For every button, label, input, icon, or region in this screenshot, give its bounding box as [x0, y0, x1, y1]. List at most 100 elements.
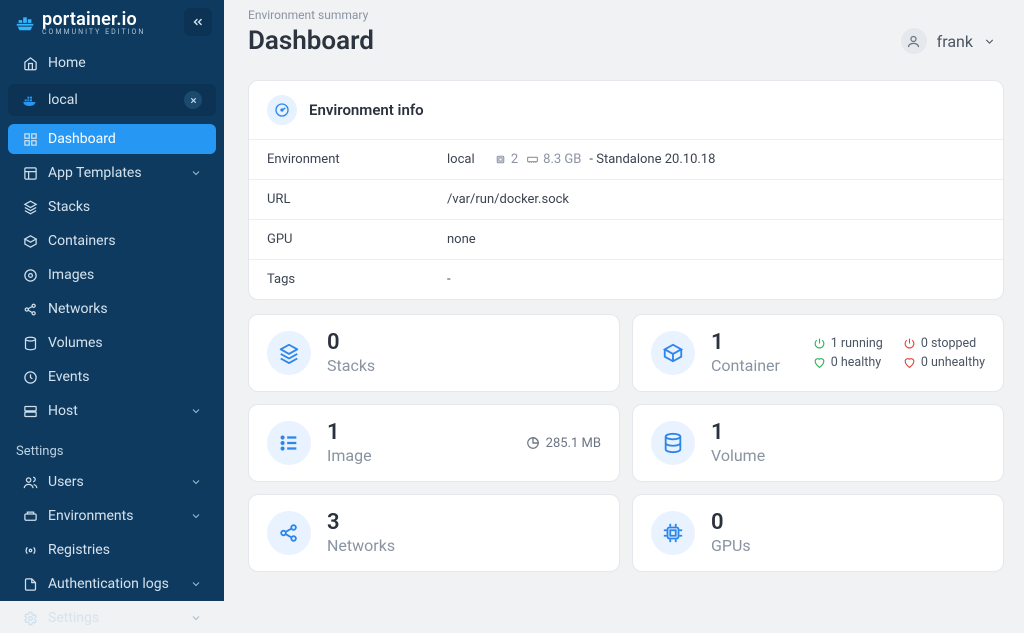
- sidebar-item-dashboard[interactable]: Dashboard: [8, 124, 216, 154]
- page-title: Dashboard: [248, 26, 374, 56]
- clock-icon: [22, 369, 38, 385]
- env-row-url: URL /var/run/docker.sock: [249, 179, 1003, 219]
- sidebar-label: Host: [48, 403, 78, 419]
- env-row-tags: Tags -: [249, 259, 1003, 299]
- power-icon: [813, 337, 826, 350]
- chevrons-left-icon: [191, 15, 205, 29]
- layers-icon: [267, 331, 311, 375]
- chevron-down-icon: [190, 476, 202, 488]
- sidebar: portainer.io COMMUNITY EDITION Home loca…: [0, 0, 224, 601]
- tile-label: Container: [711, 356, 780, 375]
- sidebar-item-networks[interactable]: Networks: [8, 294, 216, 324]
- sidebar-environment-selector[interactable]: local: [8, 84, 216, 116]
- tile-count: 1: [711, 332, 780, 354]
- home-icon: [22, 55, 38, 71]
- gauge-icon: [267, 95, 297, 125]
- brand-logo[interactable]: portainer.io COMMUNITY EDITION: [14, 9, 145, 36]
- tile-count: 0: [711, 512, 751, 534]
- sidebar-label: Events: [48, 369, 89, 385]
- sidebar-label: Containers: [48, 233, 116, 249]
- container-status: 1 running 0 stopped 0 healthy 0 unhealth…: [813, 336, 985, 370]
- heart-icon: [903, 356, 916, 369]
- sidebar-item-events[interactable]: Events: [8, 362, 216, 392]
- env-info-card: Environment info Environment local 2 8.3…: [248, 80, 1004, 300]
- tile-label: GPUs: [711, 536, 751, 555]
- sidebar-item-containers[interactable]: Containers: [8, 226, 216, 256]
- gear-icon: [22, 610, 38, 626]
- tile-gpus[interactable]: 0 GPUs: [632, 494, 1004, 572]
- file-icon: [22, 576, 38, 592]
- tile-images[interactable]: 1 Image 285.1 MB: [248, 404, 620, 482]
- chevron-down-icon: [190, 167, 202, 179]
- sidebar-item-users[interactable]: Users: [8, 467, 216, 497]
- tile-label: Image: [327, 446, 372, 465]
- sidebar-item-volumes[interactable]: Volumes: [8, 328, 216, 358]
- template-icon: [22, 165, 38, 181]
- share-icon: [267, 511, 311, 555]
- sidebar-item-environments[interactable]: Environments: [8, 501, 216, 531]
- chevron-down-icon: [190, 612, 202, 624]
- sidebar-section-settings: Settings: [0, 428, 224, 465]
- chevron-down-icon: [190, 510, 202, 522]
- tile-volumes[interactable]: 1 Volume: [632, 404, 1004, 482]
- tile-label: Networks: [327, 536, 395, 555]
- box-icon: [651, 331, 695, 375]
- env-close-button[interactable]: [184, 91, 202, 109]
- tile-networks[interactable]: 3 Networks: [248, 494, 620, 572]
- database-icon: [22, 335, 38, 351]
- sidebar-label: Authentication logs: [48, 576, 169, 592]
- chevron-down-icon: [190, 578, 202, 590]
- sidebar-item-host[interactable]: Host: [8, 396, 216, 426]
- sidebar-label: Registries: [48, 542, 110, 558]
- hdd-icon: [22, 508, 38, 524]
- sidebar-item-app-templates[interactable]: App Templates: [8, 158, 216, 188]
- image-size: 285.1 MB: [546, 436, 601, 451]
- close-icon: [189, 96, 198, 105]
- sidebar-item-images[interactable]: Images: [8, 260, 216, 290]
- tile-stacks[interactable]: 0 Stacks: [248, 314, 620, 392]
- breadcrumb: Environment summary: [248, 8, 1004, 22]
- cpu-icon: 2: [494, 152, 518, 167]
- docker-icon: [22, 92, 38, 108]
- sidebar-label: Settings: [48, 610, 99, 626]
- list-icon: [267, 421, 311, 465]
- sidebar-collapse-button[interactable]: [184, 8, 212, 36]
- chevron-down-icon: [983, 35, 996, 48]
- radio-icon: [22, 542, 38, 558]
- chevron-down-icon: [190, 405, 202, 417]
- sidebar-label: Volumes: [48, 335, 103, 351]
- user-name: frank: [937, 32, 973, 51]
- share-icon: [22, 301, 38, 317]
- tile-containers[interactable]: 1 Container 1 running 0 stopped 0 health…: [632, 314, 1004, 392]
- cpu-icon: [651, 511, 695, 555]
- tile-count: 1: [711, 422, 765, 444]
- sidebar-item-stacks[interactable]: Stacks: [8, 192, 216, 222]
- brand-subtitle: COMMUNITY EDITION: [42, 28, 145, 36]
- sidebar-label: Images: [48, 267, 94, 283]
- sidebar-label: Dashboard: [48, 131, 116, 147]
- main-content: Environment summary Dashboard frank Envi…: [224, 0, 1024, 601]
- tile-count: 3: [327, 512, 395, 534]
- portainer-logo-icon: [14, 11, 36, 33]
- sidebar-item-auth-logs[interactable]: Authentication logs: [8, 569, 216, 599]
- disc-icon: [22, 267, 38, 283]
- user-menu[interactable]: frank: [893, 24, 1004, 58]
- env-info-title: Environment info: [309, 101, 424, 119]
- tile-count: 1: [327, 422, 372, 444]
- sidebar-item-home[interactable]: Home: [8, 48, 216, 78]
- sidebar-label: Stacks: [48, 199, 90, 215]
- grid-icon: [22, 131, 38, 147]
- sidebar-item-registries[interactable]: Registries: [8, 535, 216, 565]
- sidebar-item-settings[interactable]: Settings: [8, 603, 216, 633]
- power-icon: [903, 337, 916, 350]
- sidebar-label: Users: [48, 474, 84, 490]
- sidebar-env-name: local: [48, 92, 78, 108]
- box-icon: [22, 233, 38, 249]
- database-icon: [651, 421, 695, 465]
- disk-icon: [526, 436, 540, 450]
- env-row-environment: Environment local 2 8.3 GB - Standalone …: [249, 139, 1003, 179]
- memory-icon: 8.3 GB: [526, 152, 581, 167]
- tile-label: Volume: [711, 446, 765, 465]
- layers-icon: [22, 199, 38, 215]
- heart-icon: [813, 356, 826, 369]
